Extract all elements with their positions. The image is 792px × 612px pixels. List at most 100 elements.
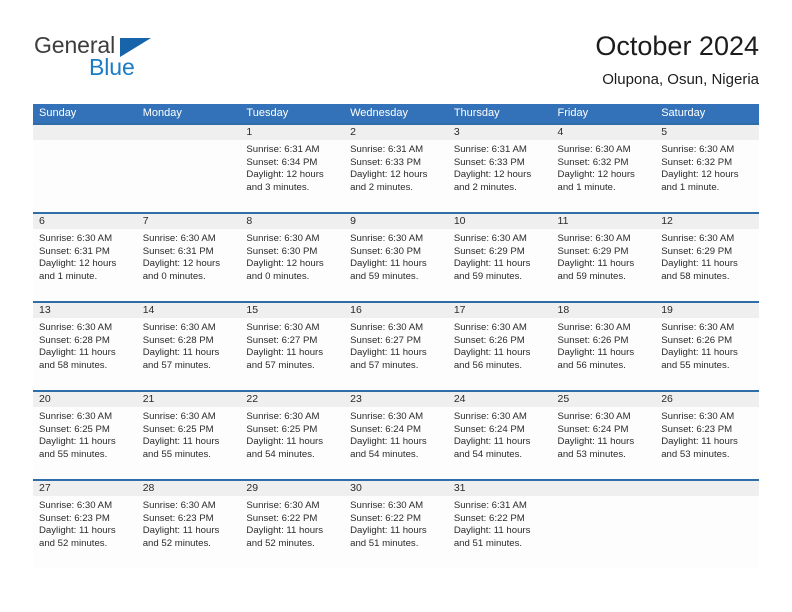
sunset-text: Sunset: 6:24 PM (557, 423, 629, 435)
calendar-week-row: 27 28 29 30 31 Sunrise: 6:30 AM Sunset: … (33, 479, 759, 568)
day-number[interactable]: 14 (137, 303, 241, 318)
day-number[interactable] (137, 125, 241, 140)
day-cell[interactable]: Sunrise: 6:30 AM Sunset: 6:32 PM Dayligh… (655, 140, 759, 212)
daylight-text-line1: Daylight: 11 hours (39, 436, 116, 448)
day-cell[interactable]: Sunrise: 6:30 AM Sunset: 6:23 PM Dayligh… (655, 407, 759, 479)
day-number[interactable] (33, 125, 137, 140)
day-cell[interactable]: Sunrise: 6:30 AM Sunset: 6:29 PM Dayligh… (552, 229, 656, 301)
day-cell[interactable]: Sunrise: 6:30 AM Sunset: 6:26 PM Dayligh… (448, 318, 552, 390)
day-number[interactable]: 20 (33, 392, 137, 407)
day-number[interactable]: 6 (33, 214, 137, 229)
day-number[interactable]: 22 (240, 392, 344, 407)
day-cell[interactable]: Sunrise: 6:30 AM Sunset: 6:23 PM Dayligh… (137, 496, 241, 568)
day-cell[interactable] (137, 140, 241, 212)
day-cell[interactable]: Sunrise: 6:30 AM Sunset: 6:26 PM Dayligh… (655, 318, 759, 390)
weekday-header-monday: Monday (142, 107, 182, 119)
week-body-row: Sunrise: 6:30 AM Sunset: 6:25 PM Dayligh… (33, 407, 759, 479)
day-number[interactable]: 10 (448, 214, 552, 229)
daylight-text-line1: Daylight: 11 hours (142, 436, 220, 448)
sunset-text: Sunset: 6:29 PM (661, 245, 733, 257)
day-cell[interactable]: Sunrise: 6:31 AM Sunset: 6:22 PM Dayligh… (448, 496, 552, 568)
day-cell[interactable]: Sunrise: 6:31 AM Sunset: 6:34 PM Dayligh… (240, 140, 344, 212)
sunrise-text: Sunrise: 6:30 AM (142, 322, 216, 333)
sunrise-text: Sunrise: 6:30 AM (557, 144, 631, 155)
day-cell[interactable]: Sunrise: 6:30 AM Sunset: 6:25 PM Dayligh… (240, 407, 344, 479)
day-number[interactable]: 3 (448, 125, 552, 140)
daylight-text-line1: Daylight: 12 hours (142, 258, 221, 270)
day-cell[interactable]: Sunrise: 6:30 AM Sunset: 6:30 PM Dayligh… (240, 229, 344, 301)
day-number[interactable] (552, 481, 656, 496)
day-number[interactable]: 24 (448, 392, 552, 407)
day-number[interactable]: 1 (240, 125, 344, 140)
daylight-text-line1: Daylight: 11 hours (246, 347, 324, 359)
day-number[interactable]: 30 (344, 481, 448, 496)
day-number[interactable] (655, 481, 759, 496)
day-cell[interactable]: Sunrise: 6:30 AM Sunset: 6:28 PM Dayligh… (33, 318, 137, 390)
week-date-band: 13 14 15 16 17 18 19 (33, 303, 759, 318)
day-cell[interactable]: Sunrise: 6:30 AM Sunset: 6:24 PM Dayligh… (552, 407, 656, 479)
day-cell[interactable]: Sunrise: 6:30 AM Sunset: 6:31 PM Dayligh… (137, 229, 241, 301)
day-number[interactable]: 21 (137, 392, 241, 407)
day-cell[interactable]: Sunrise: 6:30 AM Sunset: 6:25 PM Dayligh… (137, 407, 241, 479)
day-cell[interactable]: Sunrise: 6:30 AM Sunset: 6:22 PM Dayligh… (344, 496, 448, 568)
day-number[interactable]: 8 (240, 214, 344, 229)
day-cell[interactable]: Sunrise: 6:30 AM Sunset: 6:24 PM Dayligh… (448, 407, 552, 479)
day-cell[interactable]: Sunrise: 6:30 AM Sunset: 6:27 PM Dayligh… (344, 318, 448, 390)
title-block: October 2024 Olupona, Osun, Nigeria (595, 30, 759, 90)
day-cell[interactable]: Sunrise: 6:30 AM Sunset: 6:23 PM Dayligh… (33, 496, 137, 568)
day-number[interactable]: 27 (33, 481, 137, 496)
day-number[interactable]: 25 (552, 392, 656, 407)
day-number[interactable]: 28 (137, 481, 241, 496)
day-cell[interactable]: Sunrise: 6:31 AM Sunset: 6:33 PM Dayligh… (344, 140, 448, 212)
day-cell[interactable] (655, 496, 759, 568)
day-cell[interactable]: Sunrise: 6:30 AM Sunset: 6:30 PM Dayligh… (344, 229, 448, 301)
sunrise-text: Sunrise: 6:30 AM (350, 233, 424, 244)
day-cell[interactable]: Sunrise: 6:30 AM Sunset: 6:26 PM Dayligh… (552, 318, 656, 390)
day-number[interactable]: 16 (344, 303, 448, 318)
sunrise-text: Sunrise: 6:30 AM (453, 411, 527, 422)
sunrise-text: Sunrise: 6:30 AM (453, 322, 527, 333)
day-cell[interactable]: Sunrise: 6:30 AM Sunset: 6:32 PM Dayligh… (552, 140, 656, 212)
day-number[interactable]: 11 (552, 214, 656, 229)
day-number[interactable]: 5 (655, 125, 759, 140)
calendar-week-row: 6 7 8 9 10 11 12 Sunrise: 6:30 AM Sunset… (33, 212, 759, 301)
day-cell[interactable] (552, 496, 656, 568)
sunset-text: Sunset: 6:25 PM (246, 423, 318, 435)
sunset-text: Sunset: 6:24 PM (453, 423, 525, 435)
day-number[interactable]: 2 (344, 125, 448, 140)
day-number[interactable]: 12 (655, 214, 759, 229)
daylight-text-line1: Daylight: 11 hours (453, 347, 531, 359)
brand-logo[interactable]: General Blue (33, 30, 263, 90)
sunrise-text: Sunrise: 6:30 AM (350, 322, 424, 333)
sunrise-text: Sunrise: 6:30 AM (557, 322, 631, 333)
sunset-text: Sunset: 6:32 PM (557, 156, 629, 168)
day-cell[interactable]: Sunrise: 6:30 AM Sunset: 6:28 PM Dayligh… (137, 318, 241, 390)
day-number[interactable]: 18 (552, 303, 656, 318)
day-number[interactable]: 23 (344, 392, 448, 407)
day-number[interactable]: 15 (240, 303, 344, 318)
day-cell[interactable]: Sunrise: 6:30 AM Sunset: 6:25 PM Dayligh… (33, 407, 137, 479)
daylight-text-line2: and 0 minutes. (246, 270, 310, 282)
day-number[interactable]: 4 (552, 125, 656, 140)
day-number[interactable]: 9 (344, 214, 448, 229)
day-cell[interactable]: Sunrise: 6:30 AM Sunset: 6:27 PM Dayligh… (240, 318, 344, 390)
day-cell[interactable]: Sunrise: 6:31 AM Sunset: 6:33 PM Dayligh… (448, 140, 552, 212)
week-body-row: Sunrise: 6:30 AM Sunset: 6:31 PM Dayligh… (33, 229, 759, 301)
weekday-header-wednesday: Wednesday (350, 107, 408, 119)
day-number[interactable]: 26 (655, 392, 759, 407)
day-cell[interactable]: Sunrise: 6:30 AM Sunset: 6:31 PM Dayligh… (33, 229, 137, 301)
daylight-text-line2: and 2 minutes. (350, 181, 414, 193)
day-number[interactable]: 17 (448, 303, 552, 318)
day-cell[interactable]: Sunrise: 6:30 AM Sunset: 6:29 PM Dayligh… (448, 229, 552, 301)
day-number[interactable]: 31 (448, 481, 552, 496)
day-number[interactable]: 29 (240, 481, 344, 496)
day-number[interactable]: 19 (655, 303, 759, 318)
day-cell[interactable] (33, 140, 137, 212)
day-cell[interactable]: Sunrise: 6:30 AM Sunset: 6:24 PM Dayligh… (344, 407, 448, 479)
day-number[interactable]: 13 (33, 303, 137, 318)
daylight-text-line2: and 3 minutes. (246, 181, 310, 193)
day-number[interactable]: 7 (137, 214, 241, 229)
sunset-text: Sunset: 6:30 PM (246, 245, 318, 257)
day-cell[interactable]: Sunrise: 6:30 AM Sunset: 6:22 PM Dayligh… (240, 496, 344, 568)
day-cell[interactable]: Sunrise: 6:30 AM Sunset: 6:29 PM Dayligh… (655, 229, 759, 301)
